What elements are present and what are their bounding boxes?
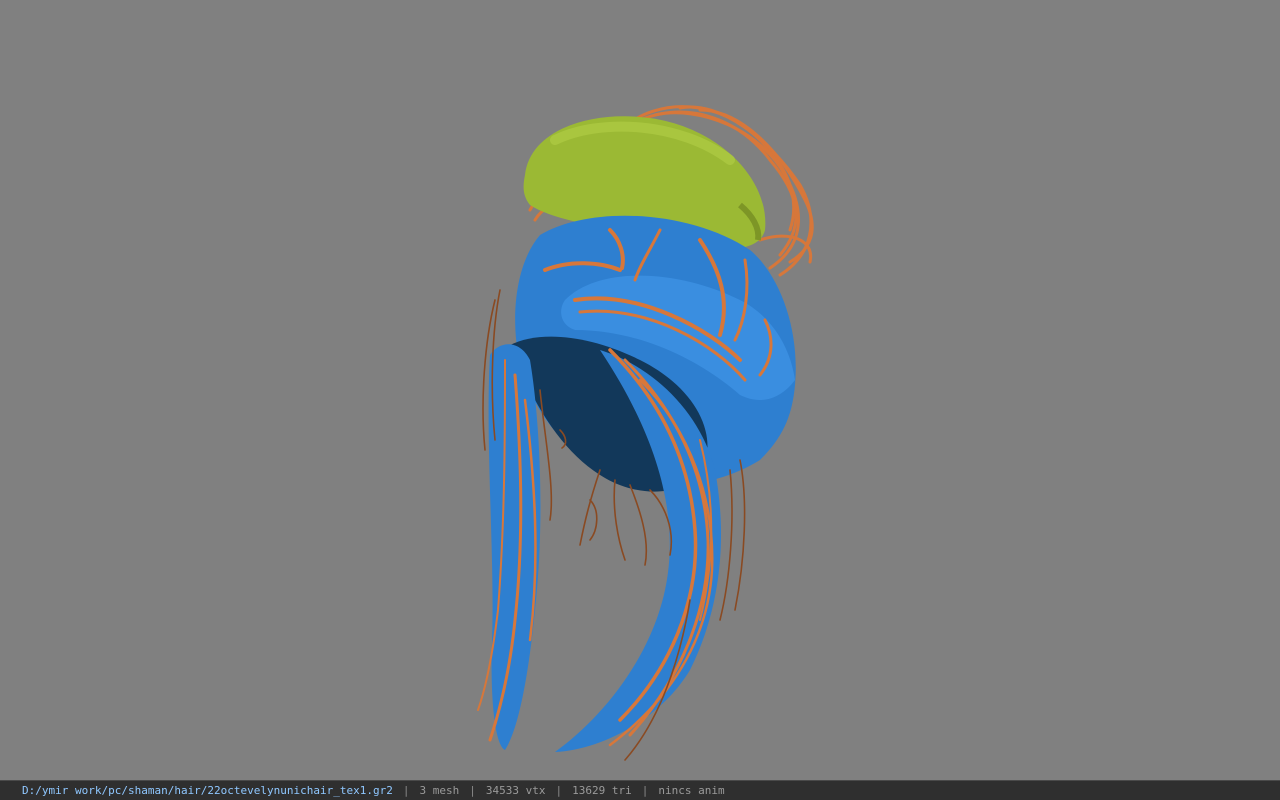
separator: |: [641, 784, 649, 797]
animation-status: nincs anim: [658, 784, 725, 797]
hair-blue-main: [488, 215, 796, 752]
separator: |: [469, 784, 476, 797]
separator: |: [402, 784, 410, 797]
status-bar: D:/ymir work/pc/shaman/hair/22octevelynu…: [0, 780, 1280, 800]
triangle-count: 13629 tri: [572, 784, 632, 797]
hair-model-render: [477, 105, 814, 761]
vertex-count: 34533 vtx: [485, 784, 546, 797]
separator: |: [555, 784, 563, 797]
model-file-path: D:/ymir work/pc/shaman/hair/22octevelynu…: [22, 784, 393, 797]
3d-viewport[interactable]: [0, 0, 1280, 780]
mesh-count: 3 mesh: [419, 784, 460, 797]
